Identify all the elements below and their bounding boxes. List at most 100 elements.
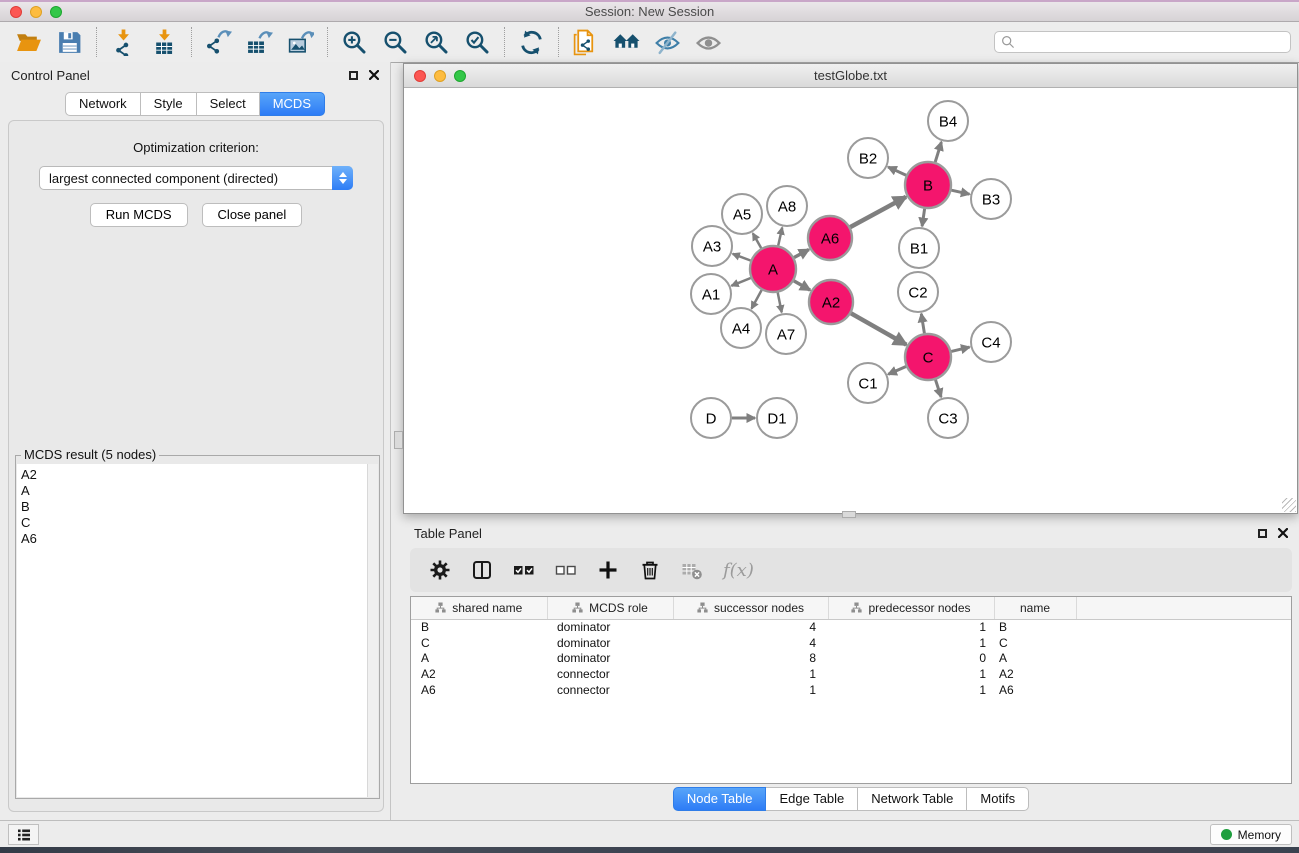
tab-network-table[interactable]: Network Table — [858, 787, 967, 811]
table-cell[interactable]: A6 — [994, 682, 1076, 698]
table-cell[interactable]: 1 — [673, 666, 828, 682]
table-cell[interactable]: 4 — [673, 635, 828, 651]
graph-edge-A-A2[interactable] — [794, 281, 810, 290]
select-all-button[interactable] — [513, 559, 535, 581]
graph-edge-B-B1[interactable] — [922, 209, 925, 226]
export-table-button[interactable] — [239, 25, 280, 59]
clone-network-button[interactable] — [565, 25, 606, 59]
minimize-window-icon[interactable] — [30, 6, 42, 18]
task-history-button[interactable] — [8, 824, 39, 845]
tab-select[interactable]: Select — [197, 92, 260, 116]
home-button[interactable] — [606, 25, 647, 59]
mcds-result-item[interactable]: A6 — [21, 531, 367, 547]
graph-edge-C-C4[interactable] — [951, 347, 969, 351]
table-cell[interactable]: dominator — [547, 635, 673, 651]
zoom-fit-button[interactable] — [416, 25, 457, 59]
table-cell[interactable]: dominator — [547, 619, 673, 635]
graph-edge-A-A6[interactable] — [794, 250, 809, 258]
mcds-result-item[interactable]: B — [21, 499, 367, 515]
table-cell[interactable]: C — [411, 635, 547, 651]
function-builder-button[interactable]: f(x) — [723, 560, 754, 581]
open-session-button[interactable] — [8, 25, 49, 59]
optimization-criterion-select[interactable]: largest connected component (directed) — [39, 166, 353, 190]
graph-edge-C-C3[interactable] — [936, 380, 942, 397]
network-zoom-icon[interactable] — [454, 70, 466, 82]
tab-network[interactable]: Network — [65, 92, 141, 116]
gear-button[interactable] — [429, 559, 451, 581]
show-graphics-details-button[interactable] — [688, 25, 729, 59]
table-row[interactable]: Cdominator41C — [411, 635, 1291, 651]
zoom-selected-button[interactable] — [457, 25, 498, 59]
table-cell[interactable]: 8 — [673, 650, 828, 666]
tab-mcds[interactable]: MCDS — [260, 92, 325, 116]
save-session-button[interactable] — [49, 25, 90, 59]
apply-layout-button[interactable] — [511, 25, 552, 59]
float-table-panel-icon[interactable] — [1258, 529, 1267, 538]
zoom-out-button[interactable] — [375, 25, 416, 59]
table-cell[interactable]: A — [994, 650, 1076, 666]
table-cell[interactable]: 0 — [828, 650, 994, 666]
mcds-result-item[interactable]: C — [21, 515, 367, 531]
table-cell[interactable]: B — [994, 619, 1076, 635]
table-row[interactable]: Adominator80A — [411, 650, 1291, 666]
tab-style[interactable]: Style — [141, 92, 197, 116]
graph-edge-A-A5[interactable] — [753, 233, 761, 248]
close-window-icon[interactable] — [10, 6, 22, 18]
import-network-button[interactable] — [103, 25, 144, 59]
table-cell[interactable]: C — [994, 635, 1076, 651]
table-cell[interactable]: B — [411, 619, 547, 635]
deselect-all-button[interactable] — [555, 559, 577, 581]
close-panel-icon[interactable] — [369, 70, 379, 80]
memory-button[interactable]: Memory — [1210, 824, 1292, 845]
column-header-shared-name[interactable]: shared name — [411, 597, 547, 619]
delete-table-button[interactable] — [681, 559, 703, 581]
resize-grip-icon[interactable] — [1282, 498, 1296, 512]
float-panel-icon[interactable] — [349, 71, 358, 80]
column-header-name[interactable]: name — [994, 597, 1076, 619]
horizontal-splitter-thumb[interactable] — [842, 511, 856, 518]
graph-edge-A-A1[interactable] — [731, 278, 750, 286]
tab-node-table[interactable]: Node Table — [673, 787, 767, 811]
graph-edge-B-B3[interactable] — [951, 190, 969, 194]
mcds-result-item[interactable]: A — [21, 483, 367, 499]
table-cell[interactable]: 1 — [828, 666, 994, 682]
table-cell[interactable]: A — [411, 650, 547, 666]
mcds-result-scrollbar[interactable] — [367, 464, 378, 797]
mcds-result-list[interactable]: A2ABCA6 — [17, 464, 367, 797]
close-table-panel-icon[interactable] — [1278, 528, 1288, 538]
table-cell[interactable]: connector — [547, 666, 673, 682]
delete-column-button[interactable] — [639, 559, 661, 581]
zoom-in-button[interactable] — [334, 25, 375, 59]
graph-edge-A6-B[interactable] — [850, 197, 906, 227]
table-cell[interactable]: 1 — [828, 682, 994, 698]
column-header-successor-nodes[interactable]: successor nodes — [673, 597, 828, 619]
table-cell[interactable]: 1 — [828, 635, 994, 651]
graph-edge-C-C1[interactable] — [888, 367, 906, 375]
network-graph[interactable]: AA6A2BCA1A3A4A5A7A8B1B2B3B4C1C2C3C4DD1 — [404, 89, 1297, 513]
export-image-button[interactable] — [280, 25, 321, 59]
column-header-predecessor-nodes[interactable]: predecessor nodes — [828, 597, 994, 619]
tab-edge-table[interactable]: Edge Table — [766, 787, 858, 811]
mcds-result-item[interactable]: A2 — [21, 467, 367, 483]
graph-edge-B-B4[interactable] — [935, 142, 941, 162]
table-cell[interactable]: A2 — [994, 666, 1076, 682]
search-field[interactable] — [994, 31, 1291, 53]
table-cell[interactable]: A6 — [411, 682, 547, 698]
column-browser-button[interactable] — [471, 559, 493, 581]
vertical-splitter-thumb[interactable] — [394, 431, 403, 449]
network-minimize-icon[interactable] — [434, 70, 446, 82]
run-mcds-button[interactable]: Run MCDS — [90, 203, 188, 227]
close-panel-button[interactable]: Close panel — [202, 203, 303, 227]
graph-edge-C-C2[interactable] — [921, 314, 924, 334]
graph-edge-A-A8[interactable] — [778, 228, 782, 246]
search-input[interactable] — [1019, 35, 1284, 50]
add-column-button[interactable] — [597, 559, 619, 581]
graph-edge-A2-C[interactable] — [851, 313, 906, 344]
table-cell[interactable]: 1 — [828, 619, 994, 635]
zoom-window-icon[interactable] — [50, 6, 62, 18]
column-header-mcds-role[interactable]: MCDS role — [547, 597, 673, 619]
network-close-icon[interactable] — [414, 70, 426, 82]
table-row[interactable]: A6connector11A6 — [411, 682, 1291, 698]
graph-edge-A-A7[interactable] — [778, 293, 782, 313]
table-cell[interactable]: 1 — [673, 682, 828, 698]
